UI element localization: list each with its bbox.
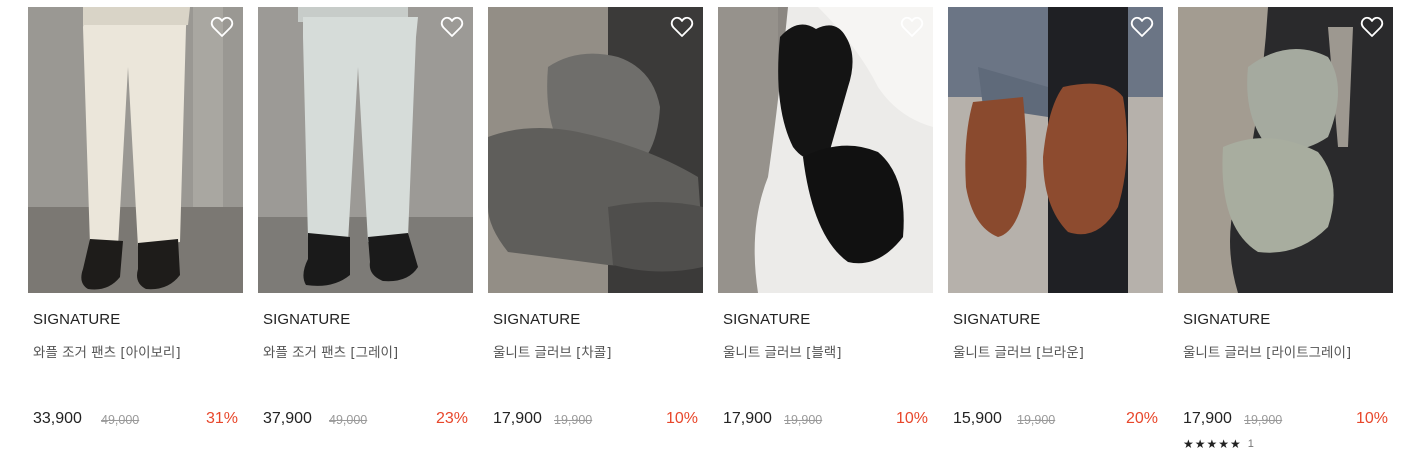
product-image[interactable] <box>258 7 473 293</box>
product-brand: SIGNATURE <box>493 311 581 328</box>
star-rating-icon: ★★★★★ <box>1183 437 1242 451</box>
sale-price: 17,900 <box>723 410 772 427</box>
product-card[interactable]: SIGNATURE 울니트 글러브 [브라운] 15,900 19,900 20… <box>948 7 1163 457</box>
product-image[interactable] <box>1178 7 1393 293</box>
wishlist-heart-icon[interactable] <box>1130 16 1154 38</box>
product-brand: SIGNATURE <box>723 311 811 328</box>
product-card[interactable]: SIGNATURE 울니트 글러브 [블랙] 17,900 19,900 10% <box>718 7 933 457</box>
sale-price: 33,900 <box>33 410 82 427</box>
sale-price: 15,900 <box>953 410 1002 427</box>
product-brand: SIGNATURE <box>263 311 351 328</box>
product-card[interactable]: SIGNATURE 와플 조거 팬츠 [그레이] 37,900 49,000 2… <box>258 7 473 457</box>
original-price: 19,900 <box>1244 413 1283 427</box>
product-brand: SIGNATURE <box>953 311 1041 328</box>
product-name[interactable]: 울니트 글러브 [차콜] <box>493 341 611 361</box>
product-name[interactable]: 와플 조거 팬츠 [그레이] <box>263 341 398 361</box>
discount-rate: 10% <box>665 410 698 427</box>
product-brand: SIGNATURE <box>33 311 121 328</box>
product-image[interactable] <box>488 7 703 293</box>
product-card[interactable]: SIGNATURE 울니트 글러브 [차콜] 17,900 19,900 10% <box>488 7 703 457</box>
product-image[interactable] <box>948 7 1163 293</box>
product-card[interactable]: SIGNATURE 와플 조거 팬츠 [아이보리] 33,900 49,000 … <box>28 7 243 457</box>
discount-rate: 23% <box>435 410 468 427</box>
product-name[interactable]: 울니트 글러브 [브라운] <box>953 341 1084 361</box>
discount-rate: 10% <box>895 410 928 427</box>
original-price: 19,900 <box>784 413 823 427</box>
review-count: 1 <box>1247 438 1254 450</box>
discount-rate: 10% <box>1355 410 1388 427</box>
wishlist-heart-icon[interactable] <box>440 16 464 38</box>
original-price: 49,000 <box>329 413 368 427</box>
sale-price: 37,900 <box>263 410 312 427</box>
product-name[interactable]: 울니트 글러브 [블랙] <box>723 341 841 361</box>
original-price: 49,000 <box>101 413 140 427</box>
original-price: 19,900 <box>554 413 593 427</box>
product-grid: SIGNATURE 와플 조거 팬츠 [아이보리] 33,900 49,000 … <box>0 0 1414 457</box>
wishlist-heart-icon[interactable] <box>900 16 924 38</box>
product-name[interactable]: 울니트 글러브 [라이트그레이] <box>1183 341 1351 361</box>
product-card[interactable]: SIGNATURE 울니트 글러브 [라이트그레이] 17,900 19,900… <box>1178 7 1393 457</box>
sale-price: 17,900 <box>1183 410 1232 427</box>
wishlist-heart-icon[interactable] <box>670 16 694 38</box>
sale-price: 17,900 <box>493 410 542 427</box>
discount-rate: 20% <box>1125 410 1158 427</box>
product-brand: SIGNATURE <box>1183 311 1271 328</box>
wishlist-heart-icon[interactable] <box>210 16 234 38</box>
original-price: 19,900 <box>1017 413 1056 427</box>
product-image[interactable] <box>718 7 933 293</box>
review-rating: ★★★★★ 1 <box>1183 437 1254 451</box>
discount-rate: 31% <box>205 410 238 427</box>
wishlist-heart-icon[interactable] <box>1360 16 1384 38</box>
product-name[interactable]: 와플 조거 팬츠 [아이보리] <box>33 341 181 361</box>
product-image[interactable] <box>28 7 243 293</box>
